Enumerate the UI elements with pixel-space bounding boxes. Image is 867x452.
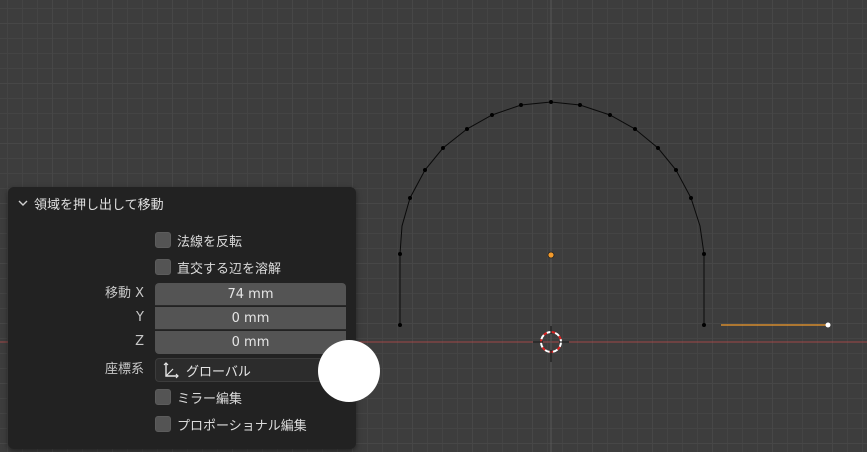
vertex — [689, 196, 693, 200]
vertex — [423, 168, 427, 172]
move-y-label: Y — [136, 310, 144, 325]
move-z-label: Z — [135, 334, 144, 349]
move-x-label: 移動 X — [104, 286, 144, 301]
proportional-edit-label: プロポーショナル編集 — [177, 418, 307, 434]
flip-normals-label: 法線を反転 — [177, 234, 243, 250]
vertex — [549, 100, 553, 104]
mesh-edges — [399, 101, 705, 325]
vertex — [578, 103, 582, 107]
selected-vertex[interactable] — [825, 322, 831, 328]
vertex — [519, 103, 523, 107]
dissolve-orthogonal-option[interactable]: 直交する辺を溶解 — [155, 257, 281, 277]
vertex — [398, 323, 402, 327]
orientation-axes-icon — [163, 362, 179, 379]
dissolve-orthogonal-label: 直交する辺を溶解 — [177, 261, 282, 277]
vertex — [398, 252, 402, 256]
last-operator-panel: 領域を押し出して移動 法線を反転 直交する辺を溶解 移動 X Y Z 74 mm… — [8, 187, 356, 449]
orientation-value: グローバル — [186, 364, 251, 380]
vertex — [608, 113, 612, 117]
vertex — [656, 146, 660, 150]
move-y-field[interactable]: 0 mm — [155, 307, 346, 330]
proportional-edit-option[interactable]: プロポーショナル編集 — [155, 414, 307, 434]
flip-normals-checkbox[interactable] — [155, 232, 171, 248]
vertex — [633, 127, 637, 131]
vertex — [674, 168, 678, 172]
vertex — [465, 127, 469, 131]
dissolve-orthogonal-checkbox[interactable] — [155, 259, 171, 275]
vertex — [441, 146, 445, 150]
chevron-down-icon — [18, 200, 28, 206]
panel-title: 領域を押し出して移動 — [34, 197, 164, 213]
vertex — [702, 252, 706, 256]
mesh-vertices[interactable] — [398, 100, 706, 327]
flip-normals-option[interactable]: 法線を反転 — [155, 230, 242, 250]
touch-cursor-indicator — [318, 340, 380, 402]
proportional-edit-checkbox[interactable] — [155, 416, 171, 432]
mirror-edit-checkbox[interactable] — [155, 389, 171, 405]
object-origin — [547, 251, 555, 259]
vertex — [490, 113, 494, 117]
orientation-label: 座標系 — [104, 362, 144, 377]
move-z-field[interactable]: 0 mm — [155, 331, 346, 354]
mirror-edit-label: ミラー編集 — [177, 391, 243, 407]
vertex — [408, 196, 412, 200]
panel-header[interactable]: 領域を押し出して移動 — [18, 193, 164, 213]
move-x-field[interactable]: 74 mm — [155, 283, 346, 306]
vertex — [702, 323, 706, 327]
mirror-edit-option[interactable]: ミラー編集 — [155, 387, 242, 407]
